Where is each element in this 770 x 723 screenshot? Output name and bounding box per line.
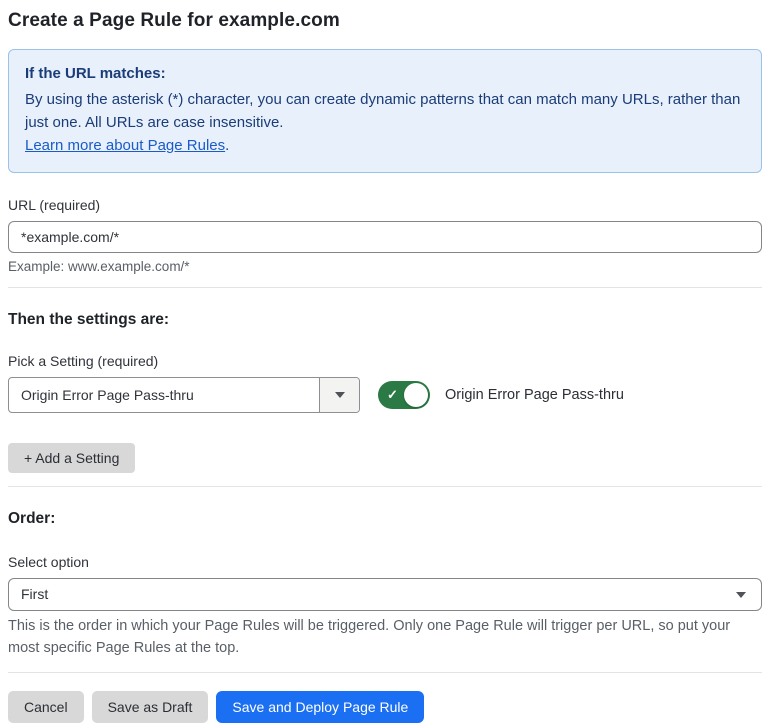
pick-setting-label: Pick a Setting (required) — [8, 352, 159, 369]
link-suffix: . — [225, 136, 230, 154]
setting-row: Origin Error Page Pass-thru ✓ Origin Err… — [8, 376, 762, 413]
setting-toggle-label: Origin Error Page Pass-thru — [445, 386, 624, 403]
page-title: Create a Page Rule for example.com — [8, 10, 340, 31]
create-page-rule-form: Create a Page Rule for example.com If th… — [0, 0, 770, 723]
learn-more-link[interactable]: Learn more about Page Rules — [25, 137, 225, 154]
setting-dropdown[interactable]: Origin Error Page Pass-thru — [8, 376, 360, 413]
toggle-knob — [404, 382, 428, 407]
settings-section-heading: Then the settings are: — [8, 310, 170, 328]
setting-dropdown-value: Origin Error Page Pass-thru — [21, 386, 194, 403]
divider — [8, 286, 762, 288]
url-input[interactable] — [8, 220, 762, 253]
cancel-button[interactable]: Cancel — [8, 691, 84, 723]
url-match-info-box: If the URL matches: By using the asteris… — [8, 49, 762, 173]
setting-dropdown-arrow-button[interactable] — [319, 377, 359, 412]
order-select-value: First — [21, 585, 49, 602]
info-box-body: By using the asterisk (*) character, you… — [25, 90, 741, 131]
order-section-heading: Order: — [8, 509, 56, 527]
info-box-heading: If the URL matches: — [25, 65, 166, 82]
chevron-down-icon — [736, 591, 746, 598]
check-icon: ✓ — [387, 386, 398, 402]
chevron-down-icon — [334, 391, 345, 398]
save-draft-button[interactable]: Save as Draft — [91, 691, 209, 723]
setting-toggle[interactable]: ✓ — [378, 380, 430, 409]
info-box-link-line: Learn more about Page Rules. — [25, 135, 745, 158]
order-select[interactable]: First — [8, 577, 762, 611]
save-deploy-button[interactable]: Save and Deploy Page Rule — [216, 691, 425, 723]
order-select-label: Select option — [8, 553, 89, 570]
url-field-label: URL (required) — [8, 196, 101, 213]
footer-actions: Cancel Save as Draft Save and Deploy Pag… — [8, 691, 762, 723]
order-helper-text: This is the order in which your Page Rul… — [8, 617, 731, 656]
divider — [8, 485, 762, 487]
add-setting-button[interactable]: + Add a Setting — [8, 442, 136, 473]
url-example-helper: Example: www.example.com/* — [8, 258, 190, 274]
divider — [8, 672, 762, 674]
